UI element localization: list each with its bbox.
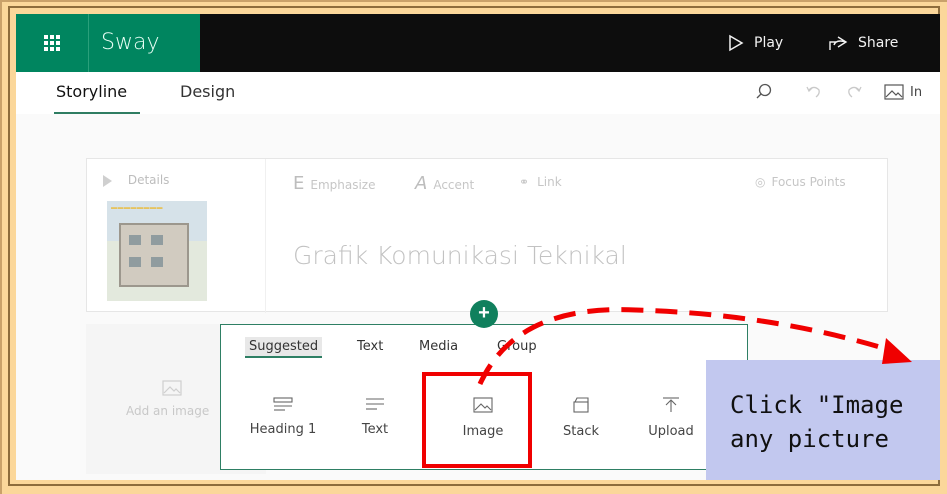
redo-icon[interactable] [844,82,864,102]
share-label: Share [858,35,899,51]
share-icon [829,36,848,50]
dashed-arrow [477,307,912,386]
play-icon [729,34,744,52]
image-icon[interactable] [884,84,904,100]
tabs-bar: Storyline Design In [16,72,940,115]
play-button[interactable]: Play [728,14,783,72]
storyline-canvas: Details E Emphasize A Accent ⚭ Link ◎ Focus … [16,114,940,480]
app-name[interactable]: Sway [88,14,200,72]
waffle-icon [44,35,60,51]
frame-line-left [0,0,2,494]
share-button[interactable]: Share [828,14,898,72]
search-icon[interactable] [754,82,774,102]
play-label: Play [754,35,784,51]
title-bar: Sway Play Share [16,14,940,72]
insert-tab-partial[interactable]: In [910,85,922,100]
arrowhead-icon [882,338,912,364]
tab-design[interactable]: Design [180,82,235,101]
frame-line-top [0,0,947,2]
tab-storyline[interactable]: Storyline [56,82,127,101]
undo-icon[interactable] [804,82,824,102]
sway-window: Sway Play Share Storyline Design In Deta… [16,14,940,480]
app-launcher-button[interactable] [16,14,88,72]
